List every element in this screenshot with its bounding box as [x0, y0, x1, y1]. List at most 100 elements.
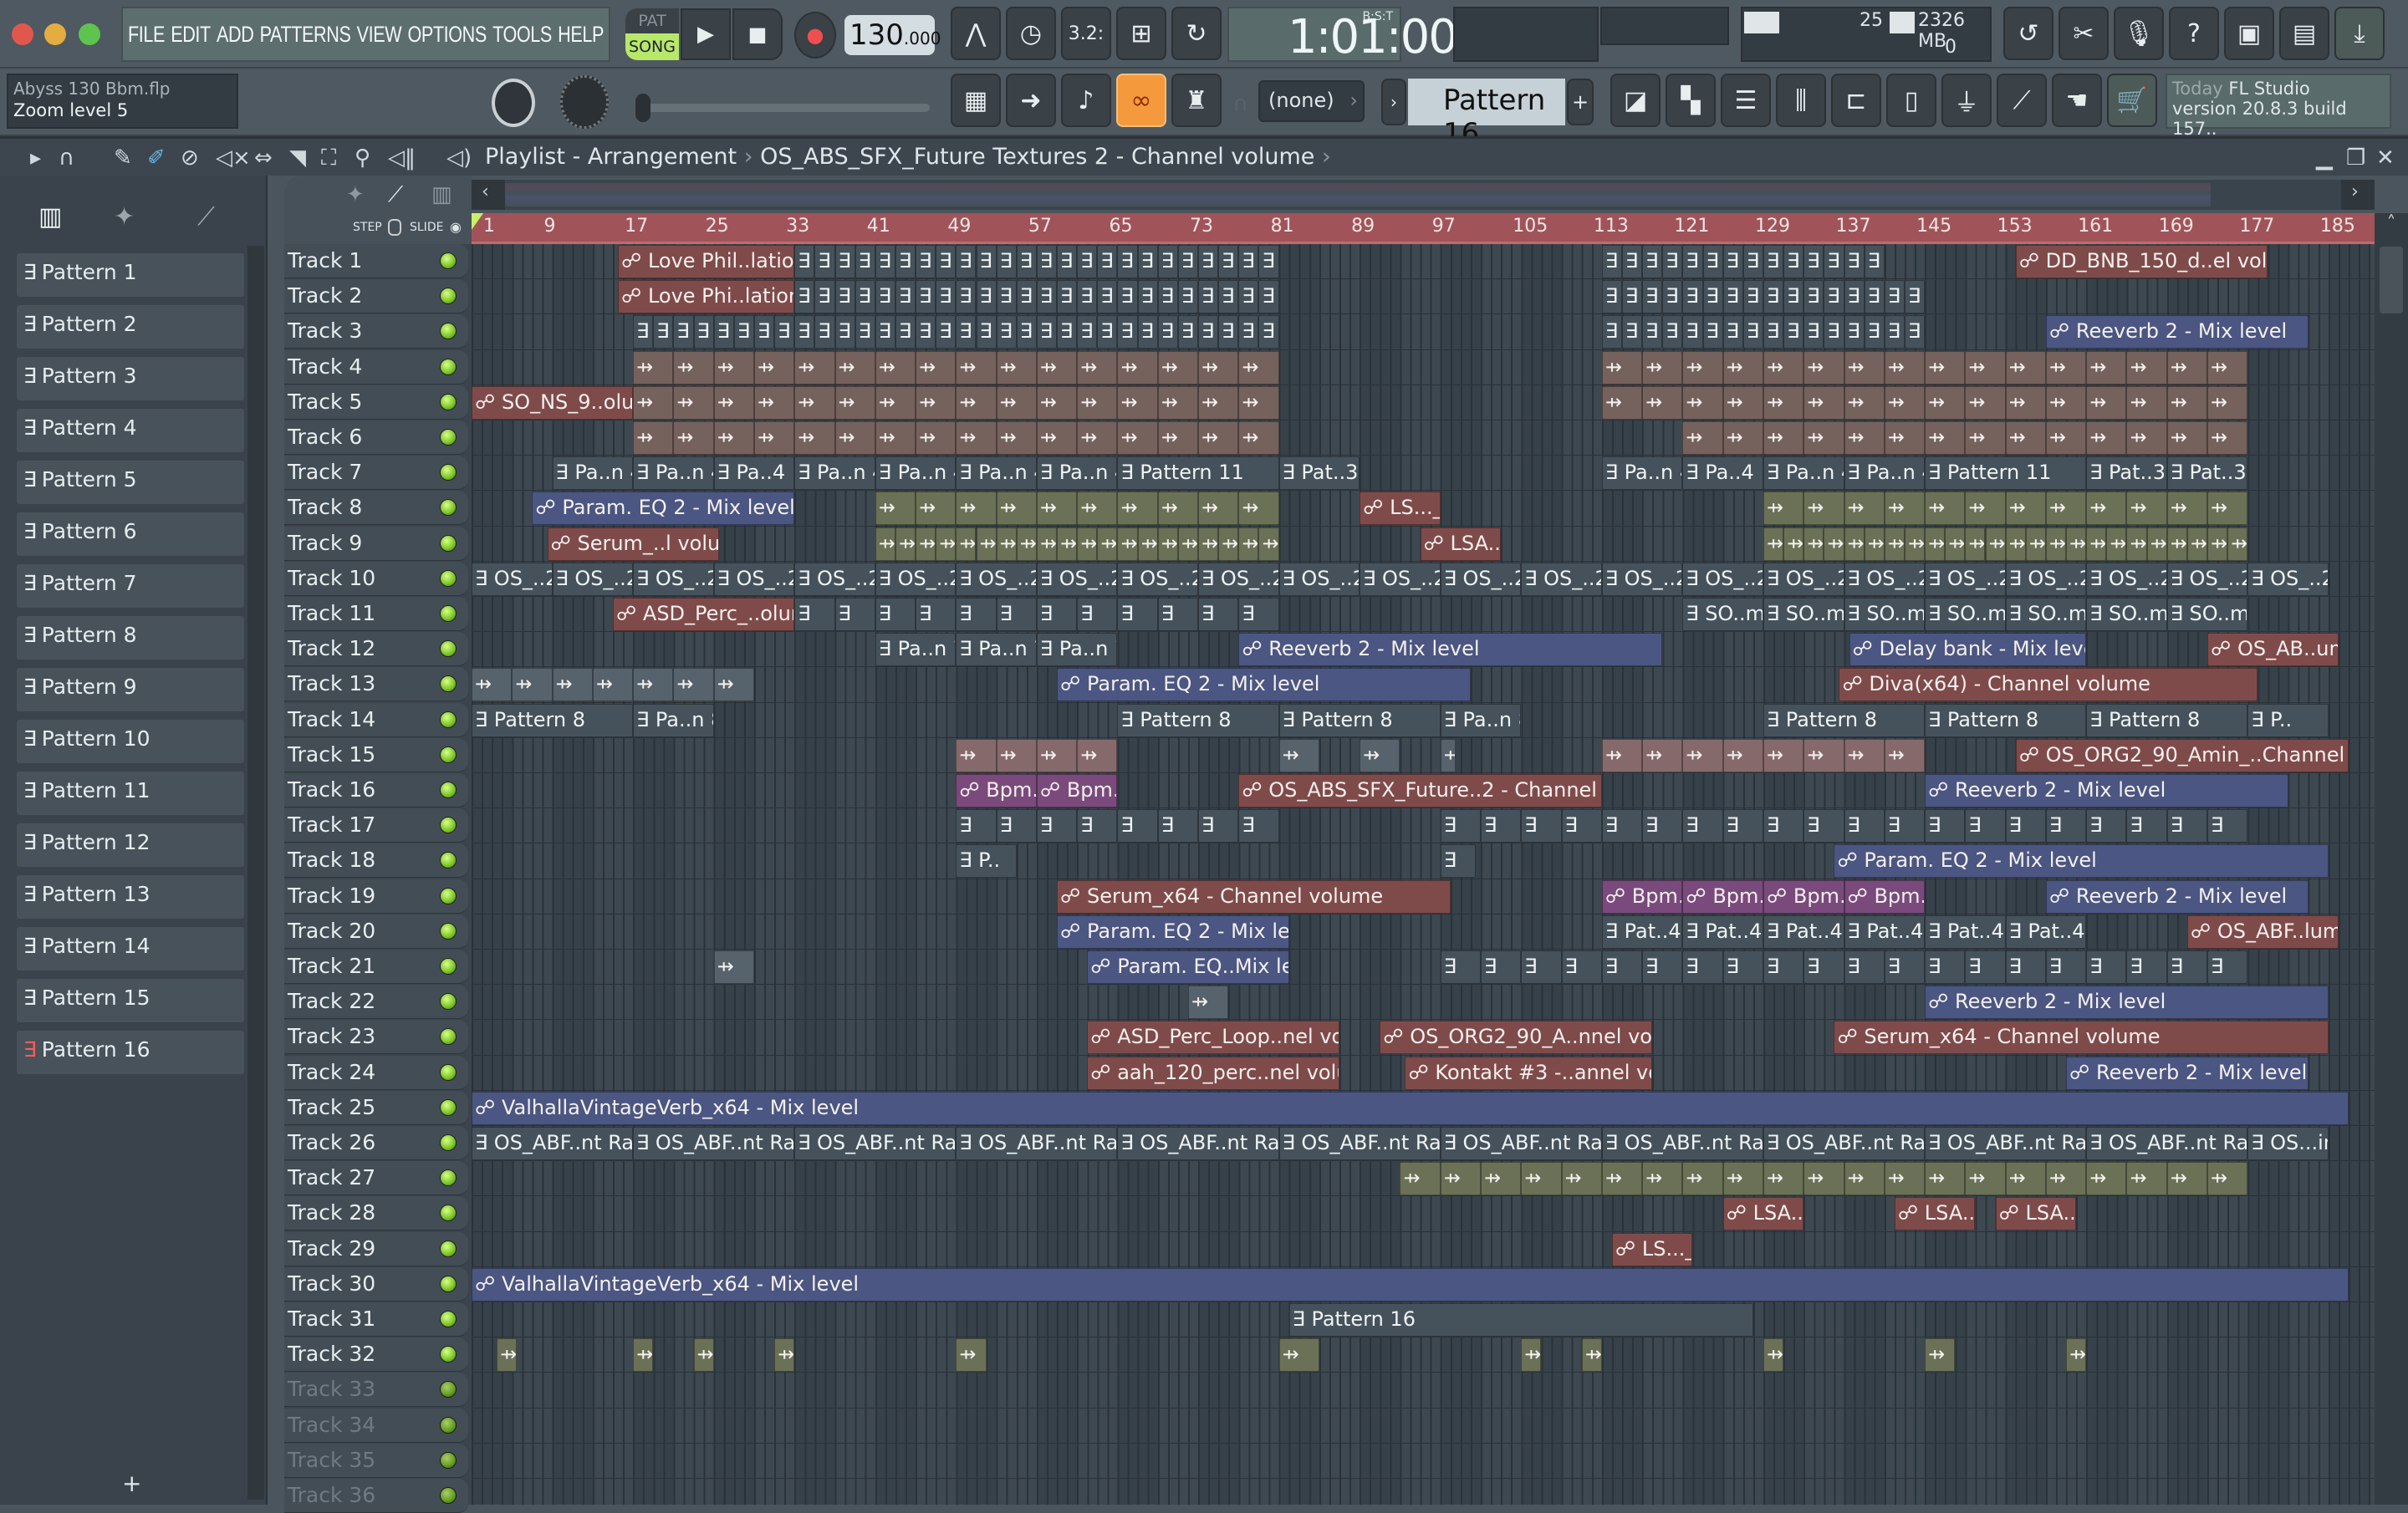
- pattern-clip[interactable]: ∃: [713, 315, 734, 349]
- pattern-clip[interactable]: ∃: [1117, 598, 1158, 631]
- pattern-clip[interactable]: ∃: [2005, 950, 2046, 984]
- vertical-scrollbar-thumb[interactable]: [2380, 247, 2403, 313]
- pattern-list-item[interactable]: ∃ Pattern 9: [17, 668, 244, 711]
- pattern-clip[interactable]: ∃ OS_..2: [1763, 562, 1844, 596]
- pattern-clip[interactable]: ∃ P..: [2247, 703, 2329, 737]
- pattern-clip[interactable]: ∃: [936, 315, 957, 349]
- pattern-clip[interactable]: ∃ Pa..n 8: [633, 703, 714, 737]
- track-mute-led[interactable]: [440, 1416, 457, 1434]
- audio-clip[interactable]: ⇸: [1904, 527, 1926, 561]
- audio-clip[interactable]: ⇸: [2166, 385, 2208, 420]
- pattern-clip[interactable]: ∃: [1198, 809, 1239, 843]
- audio-clip[interactable]: ⇸: [1763, 1162, 1804, 1196]
- audio-clip[interactable]: ⇸: [1187, 986, 1229, 1020]
- audio-clip[interactable]: ⇸: [2045, 385, 2087, 420]
- audio-clip[interactable]: ⇸: [552, 668, 593, 702]
- audio-clip[interactable]: ⇸: [512, 668, 553, 702]
- pattern-clip[interactable]: ∃ Pat..3: [1278, 456, 1360, 491]
- pattern-clip[interactable]: ∃: [956, 280, 977, 314]
- automation-clip[interactable]: ☍ Kontakt #3 -..annel volume: [1405, 1056, 1653, 1090]
- pattern-clip[interactable]: ∃: [1561, 950, 1602, 984]
- audio-clip[interactable]: ⇸: [1521, 1338, 1542, 1373]
- pattern-clip[interactable]: ∃: [1884, 950, 1926, 984]
- audio-clip[interactable]: ⇸: [633, 385, 674, 420]
- pattern-clip[interactable]: ∃: [1621, 315, 1643, 349]
- track-mute-led[interactable]: [440, 711, 457, 728]
- audio-clip[interactable]: ⇸: [1844, 738, 1885, 772]
- link-button[interactable]: ∞: [1116, 74, 1166, 127]
- pattern-clip[interactable]: ∃: [1117, 809, 1158, 843]
- track-mute-led[interactable]: [440, 1028, 457, 1046]
- pattern-clip[interactable]: ∃: [1763, 809, 1804, 843]
- track-mute-led[interactable]: [440, 464, 457, 481]
- pattern-clip[interactable]: ∃: [1803, 280, 1824, 314]
- pattern-clip[interactable]: ∃ Pa..n 4: [956, 456, 1037, 491]
- record-audio-button[interactable]: 🎙: [2114, 7, 2164, 60]
- pattern-clip[interactable]: ∃: [855, 280, 875, 314]
- audio-clip[interactable]: ⇸: [956, 527, 977, 561]
- audio-clip[interactable]: ⇸: [592, 668, 634, 702]
- time-display[interactable]: 1:01:00 B:S:T: [1227, 7, 1458, 64]
- pattern-clip[interactable]: ∃ Pa..n 7: [956, 633, 1037, 667]
- pattern-clip[interactable]: ∃: [1763, 245, 1784, 278]
- audio-clip[interactable]: ⇸: [1137, 527, 1158, 561]
- pattern-list-item[interactable]: ∃ Pattern 16: [17, 1031, 244, 1074]
- pattern-clip[interactable]: ∃: [1621, 245, 1643, 278]
- automation-clip[interactable]: ☍ Param. EQ..Mix level: [1087, 950, 1289, 984]
- pattern-clip[interactable]: ∃: [1117, 245, 1138, 278]
- audio-clip[interactable]: ⇸: [1763, 350, 1804, 385]
- pattern-list-item[interactable]: ∃ Pattern 4: [17, 409, 244, 452]
- audio-clip[interactable]: ⇸: [1965, 1162, 2006, 1196]
- pattern-clip[interactable]: ∃ Pa..n 4: [1763, 456, 1844, 491]
- track-mute-led[interactable]: [440, 675, 457, 693]
- automation-clip[interactable]: ☍ Serum_x64 - Channel volume: [1057, 879, 1451, 914]
- pattern-clip[interactable]: ∃: [1157, 315, 1178, 349]
- track-mute-led[interactable]: [440, 887, 457, 904]
- pattern-clip[interactable]: ∃ Pa..n 4: [1036, 456, 1118, 491]
- track-mute-led[interactable]: [440, 1311, 457, 1327]
- track-header[interactable]: Track 8: [284, 491, 468, 526]
- pattern-clip[interactable]: ∃: [1682, 280, 1703, 314]
- pattern-clip[interactable]: ∃: [1117, 315, 1138, 349]
- pattern-clip[interactable]: ∃: [1844, 950, 1885, 984]
- pattern-clip[interactable]: ∃: [1803, 809, 1844, 843]
- pattern-clip[interactable]: ∃ OS_..2: [1844, 562, 1926, 596]
- pattern-clip[interactable]: ∃: [1036, 245, 1058, 278]
- pattern-clip[interactable]: ∃ OS_..2: [2247, 562, 2329, 596]
- maximize-window-button[interactable]: [79, 23, 100, 45]
- audio-clip[interactable]: ⇸: [1763, 1338, 1784, 1373]
- pattern-clip[interactable]: ∃: [2166, 809, 2208, 843]
- automation-clip[interactable]: ☍ Param. EQ 2 - Mix level: [1834, 844, 2329, 879]
- pattern-clip[interactable]: ∃ Pat..4: [1601, 914, 1683, 949]
- pattern-clip[interactable]: ∃ OS_..2: [1440, 562, 1522, 596]
- pattern-clip[interactable]: ∃: [1137, 315, 1158, 349]
- pattern-clip[interactable]: ∃ OS_..2: [1682, 562, 1763, 596]
- audio-clip[interactable]: ⇸: [2207, 385, 2248, 420]
- audio-clip[interactable]: ⇸: [956, 738, 997, 772]
- pattern-clip[interactable]: ∃ Pa..n 8: [1440, 703, 1522, 737]
- audio-clip[interactable]: ⇸: [1884, 385, 1926, 420]
- automation-clip[interactable]: ☍ Bpm...: [1844, 879, 1926, 914]
- pattern-clip[interactable]: ∃ OS_..2: [1925, 562, 2006, 596]
- pattern-clip[interactable]: ∃: [1258, 280, 1279, 314]
- restore-icon[interactable]: ❐: [2346, 145, 2365, 171]
- track-mute-led[interactable]: [440, 746, 457, 763]
- audio-clip[interactable]: ⇸: [1965, 350, 2006, 385]
- audio-clip[interactable]: ⇸: [1036, 527, 1058, 561]
- pattern-clip[interactable]: ∃ Pat..3: [2086, 456, 2167, 491]
- pattern-clip[interactable]: ∃: [1601, 245, 1622, 278]
- audio-clip[interactable]: ⇸: [1925, 350, 1966, 385]
- audio-clip[interactable]: ⇸: [1561, 1162, 1602, 1196]
- track-header[interactable]: Track 28: [284, 1196, 468, 1231]
- audio-clip[interactable]: ⇸: [1198, 421, 1239, 455]
- automation-clip[interactable]: ☍ Love Phi..lation X: [618, 280, 795, 314]
- automation-clip[interactable]: ☍ OS_ORG2_90_A..nnel volume: [1380, 1021, 1653, 1055]
- audio-clip[interactable]: ⇸: [956, 1338, 987, 1373]
- audio-clip[interactable]: ⇸: [472, 668, 513, 702]
- pattern-clip[interactable]: ∃: [976, 280, 997, 314]
- pattern-clip[interactable]: ∃: [1621, 280, 1643, 314]
- next-button[interactable]: ➜: [1006, 74, 1056, 127]
- pattern-clip[interactable]: ∃: [1238, 598, 1279, 631]
- audio-clip[interactable]: ⇸: [976, 527, 997, 561]
- automation-clip[interactable]: ☍ Reeverb 2 - Mix level: [2045, 879, 2309, 914]
